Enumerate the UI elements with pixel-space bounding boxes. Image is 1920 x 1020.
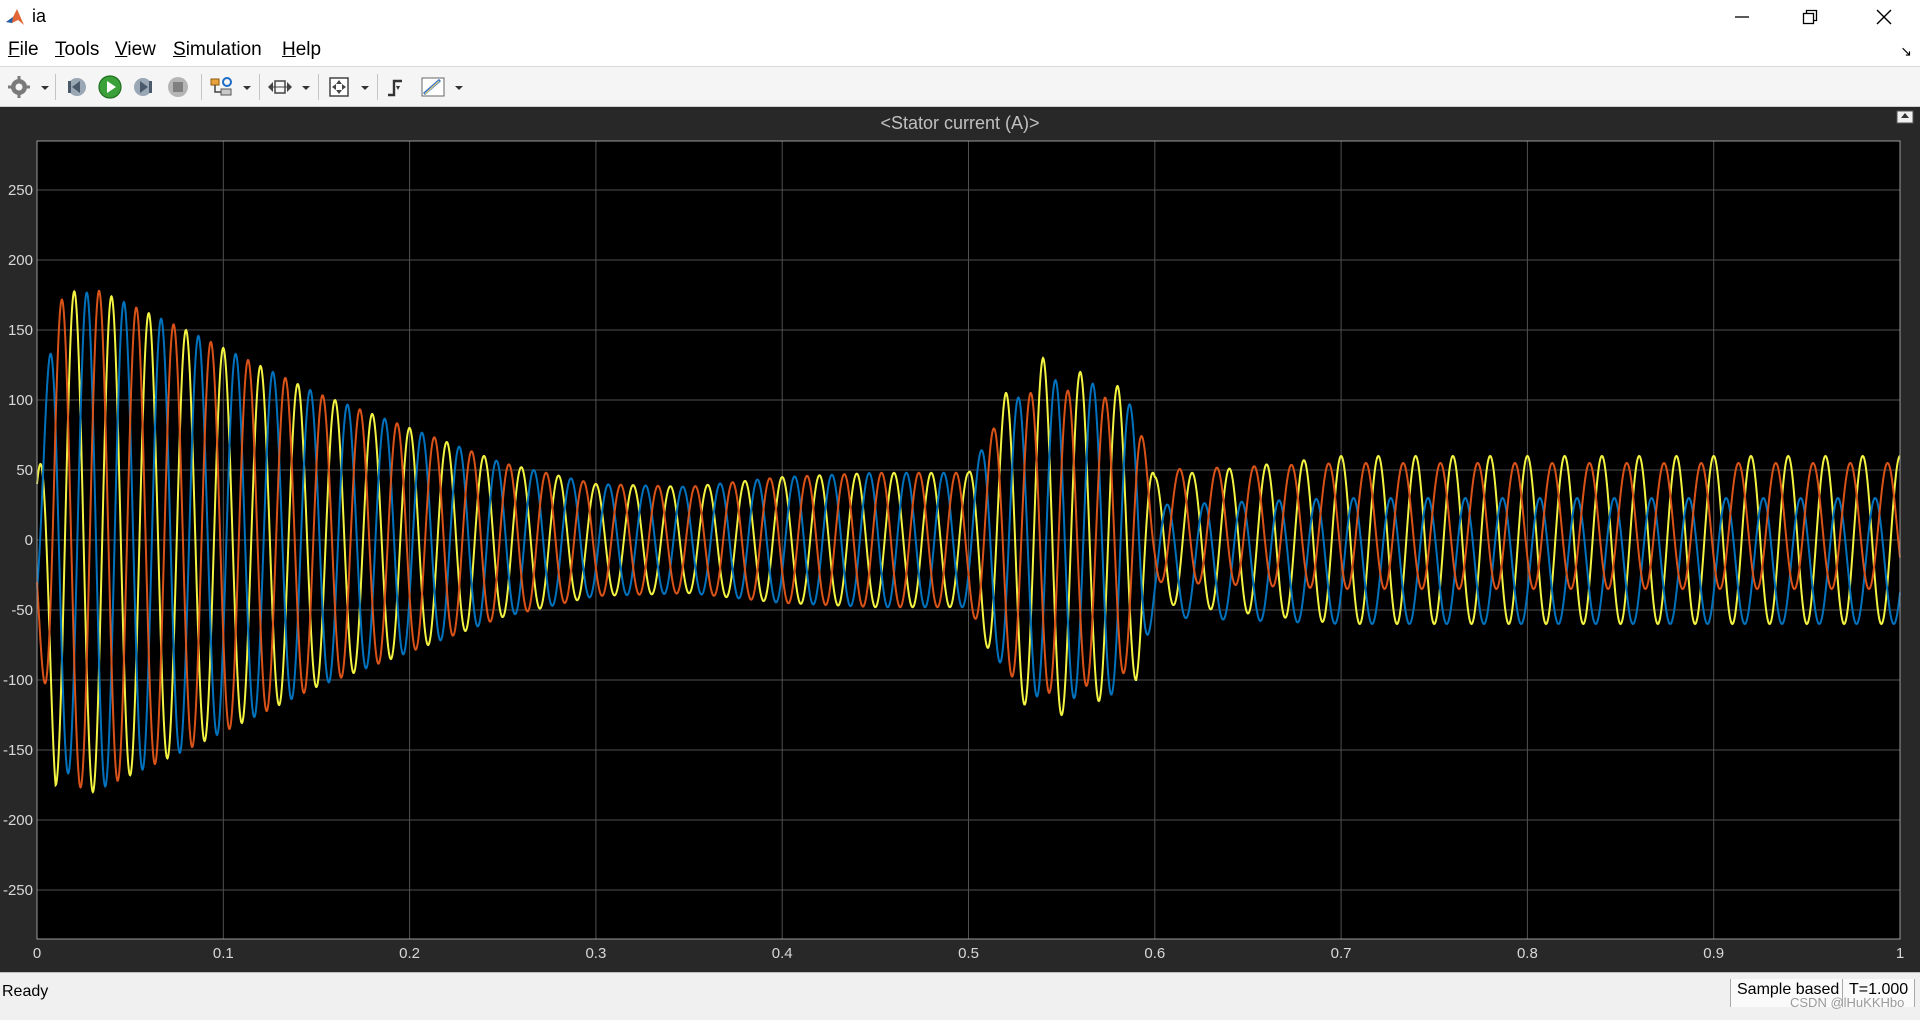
highlight-dropdown-icon[interactable] (242, 81, 252, 93)
x-tick-label: 0 (33, 945, 41, 962)
x-tick-label: 0.1 (213, 945, 234, 962)
y-tick-label: -100 (3, 672, 33, 689)
close-icon (1876, 9, 1892, 24)
x-tick-label: 0.3 (585, 945, 606, 962)
y-tick-label: 250 (8, 182, 33, 199)
menu-file-rest: ile (19, 39, 39, 60)
trigger-icon (388, 79, 402, 97)
toolbar-separator (377, 74, 378, 100)
measurements-icon (421, 77, 445, 97)
toolbar-undock-arrow-icon[interactable]: ↘ (1900, 43, 1912, 60)
zoom-icon (268, 80, 292, 94)
settings-dropdown-icon[interactable] (40, 81, 50, 93)
measurements-button[interactable] (420, 74, 446, 100)
window-title: ia (32, 6, 47, 26)
restore-button[interactable] (1776, 0, 1844, 33)
stator-current-plot[interactable]: 0 0.1 0.2 0.3 0.4 0.5 0.6 0.7 0.8 0.9 1 -250 -200 -15… (0, 107, 1920, 972)
y-tick-label: 0 (25, 532, 33, 549)
stop-icon (168, 77, 188, 97)
settings-button[interactable] (6, 74, 32, 100)
settings-icon (8, 76, 30, 98)
menu-bar: File Tools View Simulation Help ↘ (0, 33, 1920, 67)
x-tick-label: 0.5 (958, 945, 979, 962)
x-tick-label: 0.4 (772, 945, 793, 962)
status-text: Ready (2, 983, 49, 1000)
menu-help[interactable]: Help (282, 39, 321, 61)
title-bar: ia (0, 0, 1920, 33)
step-forward-button[interactable] (131, 74, 157, 100)
restore-icon (1802, 9, 1818, 24)
menu-simulation[interactable]: Simulation (173, 39, 262, 61)
y-tick-label: 50 (16, 462, 33, 479)
x-tick-label: 0.2 (399, 945, 420, 962)
menu-tools[interactable]: Tools (55, 39, 99, 61)
close-button[interactable] (1850, 0, 1918, 33)
highlight-block-icon (210, 77, 232, 96)
menu-view[interactable]: View (115, 39, 156, 61)
measurements-dropdown-icon[interactable] (454, 81, 464, 93)
y-tick-label: 100 (8, 392, 33, 409)
toolbar-separator (201, 74, 202, 100)
x-tick-label: 0.8 (1517, 945, 1538, 962)
x-tick-label: 0.9 (1703, 945, 1724, 962)
menu-file[interactable]: File (8, 39, 39, 61)
y-tick-label: 200 (8, 252, 33, 269)
step-back-button[interactable] (63, 74, 89, 100)
minimize-icon (1735, 15, 1749, 18)
step-back-icon (68, 78, 86, 96)
run-button[interactable] (97, 74, 123, 100)
x-tick-label: 0.6 (1144, 945, 1165, 962)
x-tick-label: 0.7 (1331, 945, 1352, 962)
status-bar: Ready Sample based T=1.000 CSDN @lHuKKHb… (0, 972, 1920, 1020)
fit-axes-icon (329, 77, 349, 97)
x-tick-label: 1 (1896, 945, 1904, 962)
y-tick-label: -150 (3, 742, 33, 759)
toolbar-separator (55, 74, 56, 100)
minimize-button[interactable] (1708, 0, 1776, 33)
stop-button[interactable] (165, 74, 191, 100)
watermark: CSDN @lHuKKHbo (1790, 995, 1905, 1010)
fit-axes-button[interactable] (326, 74, 352, 100)
run-icon (98, 75, 122, 99)
y-tick-label: -250 (3, 882, 33, 899)
highlight-block-button[interactable] (208, 74, 234, 100)
y-tick-label: -200 (3, 812, 33, 829)
y-tick-label: -50 (11, 602, 33, 619)
toolbar-separator (318, 74, 319, 100)
matlab-logo-icon (5, 7, 25, 27)
y-tick-label: 150 (8, 322, 33, 339)
zoom-button[interactable] (267, 74, 293, 100)
step-forward-icon (134, 78, 152, 96)
zoom-dropdown-icon[interactable] (301, 81, 311, 93)
toolbar-separator (259, 74, 260, 100)
toolbar (0, 67, 1920, 107)
fit-axes-dropdown-icon[interactable] (360, 81, 370, 93)
trigger-button[interactable] (383, 74, 409, 100)
scope-display: <Stator current (A)> 0 0.1 0.2 0.3 0.4 0.5 0.6… (0, 107, 1920, 972)
